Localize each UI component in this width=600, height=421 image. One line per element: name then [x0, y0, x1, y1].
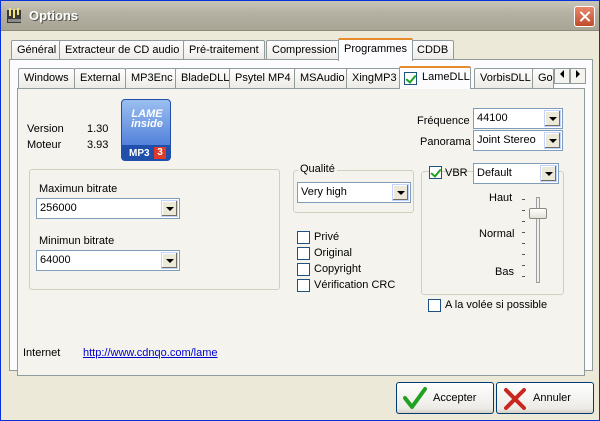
cancel-label: Annuler — [533, 392, 571, 404]
on-the-fly-label: A la volée si possible — [445, 299, 548, 311]
max-bitrate-label: Maximun bitrate — [39, 183, 118, 195]
cancel-button[interactable]: Annuler — [496, 382, 594, 414]
vbr-select[interactable]: Default — [473, 163, 559, 184]
chevron-down-icon[interactable] — [161, 200, 178, 217]
tab-preprocessing[interactable]: Pré-traitement — [183, 40, 265, 60]
copyright-checkbox[interactable] — [297, 263, 310, 276]
internet-label: Internet — [23, 347, 61, 359]
frequency-label: Fréquence — [417, 115, 470, 127]
tab-go[interactable]: Go — [532, 68, 554, 88]
version-label: Version — [27, 123, 64, 135]
original-checkbox[interactable] — [297, 247, 310, 260]
engine-label: Moteur — [27, 139, 62, 151]
chevron-down-icon[interactable] — [392, 184, 409, 201]
chevron-down-icon[interactable] — [544, 110, 561, 127]
tab-scroll-left-button[interactable] — [554, 68, 570, 84]
arrow-left-icon — [560, 70, 564, 78]
arrow-right-icon — [576, 70, 580, 78]
chevron-down-icon[interactable] — [540, 165, 557, 182]
crc-label: Vérification CRC — [314, 279, 396, 291]
tab-cddb[interactable]: CDDB — [411, 40, 455, 60]
vbr-value: Default — [477, 167, 512, 179]
private-checkbox[interactable] — [297, 231, 310, 244]
logo-num: 3 — [154, 147, 166, 159]
tab-vorbisdll[interactable]: VorbisDLL — [474, 68, 537, 88]
tab-psytel-mp4[interactable]: Psytel MP4 — [229, 68, 297, 88]
vbr-low-label: Bas — [495, 266, 514, 278]
accept-label: Accepter — [433, 392, 477, 404]
min-bitrate-select[interactable]: 64000 — [36, 250, 180, 271]
window-title: Options — [29, 8, 79, 23]
min-bitrate-value: 64000 — [40, 254, 71, 266]
vbr-high-label: Haut — [489, 192, 513, 204]
private-label: Privé — [314, 231, 340, 243]
tab-scroll-right-button[interactable] — [570, 68, 586, 84]
panorama-label: Panorama — [420, 136, 471, 148]
vbr-label: VBR — [445, 167, 468, 179]
frequency-select[interactable]: 44100 — [473, 108, 563, 129]
options-window: Options Général Extracteur de CD audio P… — [0, 0, 600, 421]
internet-link[interactable]: http://www.cdnqo.com/lame — [83, 347, 218, 359]
close-button[interactable] — [574, 6, 595, 27]
tab-external[interactable]: External — [74, 68, 127, 88]
quality-value: Very high — [301, 186, 347, 198]
tab-msaudio[interactable]: MSAudio — [294, 68, 351, 88]
accept-button[interactable]: Accepter — [396, 382, 494, 414]
max-bitrate-select[interactable]: 256000 — [36, 198, 180, 219]
tab-cd-extractor[interactable]: Extracteur de CD audio — [59, 40, 186, 60]
tab-general[interactable]: Général — [11, 40, 63, 60]
tab-lamedll-label: LameDLL — [422, 71, 470, 83]
vbr-slider-thumb[interactable] — [529, 208, 547, 220]
tab-compression[interactable]: Compression — [266, 40, 343, 60]
panorama-value: Joint Stereo — [477, 134, 536, 146]
quality-label: Qualité — [298, 163, 337, 175]
check-icon — [403, 387, 427, 409]
tab-xingmp3[interactable]: XingMP3 — [346, 68, 403, 88]
tab-bladedll[interactable]: BladeDLL — [175, 68, 236, 88]
tab-windows[interactable]: Windows — [18, 68, 75, 88]
min-bitrate-label: Minimun bitrate — [39, 235, 115, 247]
on-the-fly-checkbox[interactable] — [428, 299, 441, 312]
chevron-down-icon[interactable] — [544, 132, 561, 149]
max-bitrate-value: 256000 — [40, 202, 77, 214]
crc-checkbox[interactable] — [297, 279, 310, 292]
frequency-value: 44100 — [477, 112, 508, 124]
cross-icon — [504, 388, 526, 410]
tab-lamedll[interactable]: LameDLL — [399, 66, 471, 89]
chevron-down-icon[interactable] — [161, 252, 178, 269]
engine-value: 3.93 — [87, 139, 109, 151]
lame-logo: LAME inside MP3 3 — [121, 99, 171, 161]
logo-text: LAME inside — [131, 108, 163, 130]
logo-mp3: MP3 — [129, 148, 150, 159]
app-icon — [7, 8, 21, 23]
vbr-checkbox[interactable] — [429, 166, 442, 179]
original-label: Original — [314, 247, 352, 259]
vbr-normal-label: Normal — [479, 228, 515, 240]
tab-mp3enc[interactable]: MP3Enc — [125, 68, 179, 88]
lamedll-enabled-checkbox[interactable] — [404, 72, 417, 85]
version-value: 1.30 — [87, 123, 109, 135]
panorama-select[interactable]: Joint Stereo — [473, 130, 563, 151]
quality-select[interactable]: Very high — [297, 182, 411, 203]
tab-programs[interactable]: Programmes — [338, 38, 413, 61]
copyright-label: Copyright — [314, 263, 362, 275]
title-bar[interactable]: Options — [1, 1, 599, 31]
